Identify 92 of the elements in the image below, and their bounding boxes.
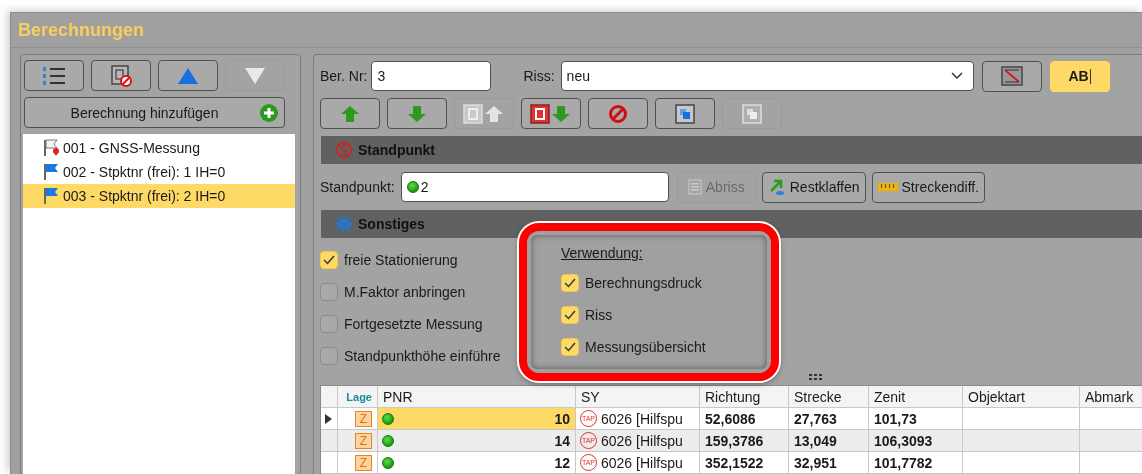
text-button[interactable]: AB: [1049, 60, 1110, 92]
standpunkt-label: Standpunkt:: [320, 179, 395, 195]
status-dot-icon: [406, 181, 419, 193]
standpunkt-field[interactable]: 2: [400, 172, 669, 202]
symbol-text: 6026 [Hilfspu: [601, 454, 683, 471]
column-header[interactable]: Strecke: [789, 386, 869, 408]
option-label: Berechnungsdruck: [585, 275, 702, 291]
point-number: 12: [554, 454, 570, 471]
arrow-down-button[interactable]: [387, 98, 447, 129]
list-icon: [687, 179, 702, 195]
distance-diff-button[interactable]: Streckendiff.: [871, 171, 986, 203]
checkbox[interactable]: [320, 315, 338, 333]
up-button[interactable]: [158, 60, 218, 91]
grip-icon: [809, 374, 823, 380]
row-indicator-cell[interactable]: [321, 430, 338, 452]
checkbox[interactable]: [320, 251, 338, 269]
ber-nr-field[interactable]: 3: [371, 61, 492, 91]
copy-icon: [742, 103, 762, 124]
status-dot-icon: [382, 434, 394, 447]
symbol-text: 6026 [Hilfspu: [601, 410, 683, 427]
section-title: Standpunkt: [358, 142, 435, 158]
current-row-icon: [325, 413, 332, 424]
arrow-down-icon: [407, 104, 427, 123]
ruler-icon: [877, 182, 898, 192]
column-header[interactable]: SY: [576, 386, 700, 408]
option-label: Fortgesetzte Messung: [344, 316, 483, 332]
riss-dropdown[interactable]: neu: [560, 61, 974, 91]
flag-icon: [43, 187, 61, 205]
status-dot-icon: [382, 456, 394, 469]
column-header[interactable]: Zenit: [869, 386, 963, 408]
checkbox[interactable]: [561, 338, 579, 356]
column-header[interactable]: Abmark: [1080, 386, 1142, 408]
column-header[interactable]: Richtung: [700, 386, 789, 408]
box-arrow-down-icon: [530, 103, 572, 124]
copy-icon: [675, 103, 695, 124]
point-number: 14: [554, 432, 570, 449]
table-cell: 32,951: [789, 452, 869, 474]
flag-pin-icon: [43, 139, 61, 157]
column-header[interactable]: Objektart: [963, 386, 1080, 408]
checkbox[interactable]: [561, 274, 579, 292]
symbol-text: 6026 [Hilfspu: [601, 432, 683, 449]
calculation-item[interactable]: 001 - GNSS-Messung: [23, 136, 295, 160]
table-cell: 13,049: [789, 430, 869, 452]
point-number: 10: [554, 410, 570, 427]
copy-button[interactable]: [655, 98, 715, 129]
checkbox[interactable]: [561, 306, 579, 324]
document-delete-icon: [110, 64, 132, 87]
section-title: Sonstiges: [358, 216, 425, 232]
table-cell: 352,1522: [700, 452, 789, 474]
riss-label: Riss:: [523, 68, 555, 84]
option-label: Riss: [585, 307, 613, 323]
checkbox[interactable]: [320, 283, 338, 301]
table-cell: 106,3093: [869, 430, 963, 452]
frame-diagonal-icon: [1000, 66, 1023, 86]
arrow-up-icon: [340, 104, 360, 123]
column-header[interactable]: Lage: [338, 386, 378, 408]
delete-doc-button[interactable]: [91, 60, 151, 91]
position-badge: Z: [355, 410, 372, 427]
arrow-up-button[interactable]: [320, 98, 380, 129]
option-label: M.Faktor anbringen: [344, 284, 466, 300]
prohibit-button[interactable]: [588, 98, 648, 129]
triangle-up-icon: [177, 66, 199, 85]
status-dot-icon: [382, 412, 394, 425]
option-label: Messungsübersicht: [585, 339, 706, 355]
residuals-button[interactable]: Restklaffen: [761, 171, 866, 203]
header-corner-cell: [321, 386, 338, 408]
option-label: Standpunkthöhe einführe: [344, 348, 501, 364]
ber-nr-label: Ber. Nr:: [320, 68, 368, 84]
flag-icon: [43, 163, 61, 181]
prohibit-icon: [608, 103, 628, 124]
plus-icon: [260, 104, 278, 122]
position-badge: Z: [355, 454, 372, 471]
box-arrow-up-icon: [463, 103, 505, 124]
calculation-item[interactable]: 002 - Stpktnr (frei): 1 IH=0: [23, 160, 295, 184]
option-label: freie Stationierung: [344, 252, 458, 268]
row-indicator-cell[interactable]: [321, 452, 338, 474]
numbered-list-button[interactable]: [24, 60, 84, 91]
triangle-down-icon: [244, 66, 266, 85]
calculation-item[interactable]: 003 - Stpktnr (frei): 2 IH=0: [23, 184, 295, 208]
box-down-button[interactable]: [521, 98, 581, 129]
circle-s-icon: [335, 141, 353, 159]
table-cell: 101,7782: [869, 452, 963, 474]
table-cell: 159,3786: [700, 430, 789, 452]
drawing-button[interactable]: [981, 60, 1042, 92]
position-badge: Z: [355, 432, 372, 449]
checkbox[interactable]: [320, 347, 338, 365]
add-calculation-button[interactable]: Berechnung hinzufügen: [24, 97, 285, 128]
window-title: Berechnungen: [18, 19, 145, 41]
usage-heading: Verwendung:: [561, 244, 644, 263]
gear-icon: [335, 215, 353, 233]
numbered-list-icon: [42, 64, 66, 87]
chevron-down-icon: [950, 72, 963, 80]
